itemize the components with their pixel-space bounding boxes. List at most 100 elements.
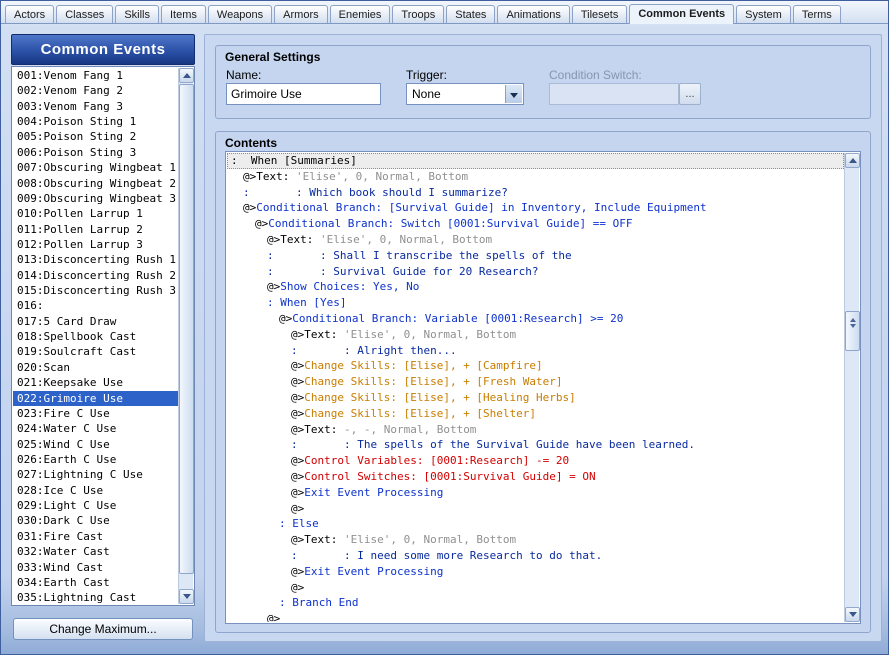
event-command-line[interactable]: @>Text: 'Elise', 0, Normal, Bottom [227, 232, 844, 248]
event-list-item[interactable]: 028:Ice C Use [13, 483, 178, 498]
name-label: Name: [226, 68, 262, 82]
event-list-item[interactable]: 033:Wind Cast [13, 560, 178, 575]
event-command-line[interactable]: @>Text: 'Elise', 0, Normal, Bottom [227, 327, 844, 343]
tab-animations[interactable]: Animations [497, 5, 570, 23]
event-command-line[interactable]: @>Text: 'Elise', 0, Normal, Bottom [227, 532, 844, 548]
event-command-line[interactable]: : : I need some more Research to do that… [227, 548, 844, 564]
trigger-label: Trigger: [406, 68, 447, 82]
scroll-down-button[interactable] [845, 607, 860, 622]
trigger-select[interactable]: None [406, 83, 524, 105]
event-command-line[interactable]: : : Alright then... [227, 343, 844, 359]
event-command-line[interactable]: : When [Yes] [227, 295, 844, 311]
event-list-item[interactable]: 020:Scan [13, 360, 178, 375]
event-command-line[interactable]: : Else [227, 516, 844, 532]
event-command-line[interactable]: @>Conditional Branch: Variable [0001:Res… [227, 311, 844, 327]
event-list-item[interactable]: 007:Obscuring Wingbeat 1 [13, 160, 178, 175]
event-commands-box: : When [Summaries] @>Text: 'Elise', 0, No… [225, 151, 861, 624]
event-command-line[interactable]: @> [227, 580, 844, 596]
event-list-item[interactable]: 029:Light C Use [13, 498, 178, 513]
scroll-down-button[interactable] [179, 589, 194, 604]
tab-skills[interactable]: Skills [115, 5, 159, 23]
event-list-item[interactable]: 002:Venom Fang 2 [13, 83, 178, 98]
event-list-item[interactable]: 035:Lightning Cast [13, 590, 178, 604]
event-list-item[interactable]: 025:Wind C Use [13, 437, 178, 452]
event-list-item[interactable]: 003:Venom Fang 3 [13, 99, 178, 114]
event-command-line[interactable]: @>Control Variables: [0001:Research] -= … [227, 453, 844, 469]
event-list-item[interactable]: 030:Dark C Use [13, 513, 178, 528]
tab-common-events[interactable]: Common Events [629, 4, 735, 24]
tab-actors[interactable]: Actors [5, 5, 55, 23]
event-list-item[interactable]: 008:Obscuring Wingbeat 2 [13, 176, 178, 191]
event-list-item[interactable]: 032:Water Cast [13, 544, 178, 559]
event-list-item[interactable]: 016: [13, 298, 178, 313]
event-list-item[interactable]: 034:Earth Cast [13, 575, 178, 590]
event-command-line[interactable]: @>Text: 'Elise', 0, Normal, Bottom [227, 169, 844, 185]
event-list-item[interactable]: 001:Venom Fang 1 [13, 68, 178, 83]
event-list-item[interactable]: 022:Grimoire Use [13, 390, 178, 406]
tab-system[interactable]: System [736, 5, 791, 23]
name-input[interactable] [226, 83, 381, 105]
event-list-scrollbar[interactable] [178, 68, 194, 604]
change-maximum-button[interactable]: Change Maximum... [13, 618, 193, 640]
event-list-item[interactable]: 005:Poison Sting 2 [13, 129, 178, 144]
event-list-item[interactable]: 004:Poison Sting 1 [13, 114, 178, 129]
event-list-item[interactable]: 026:Earth C Use [13, 452, 178, 467]
scrollbar-thumb[interactable] [179, 84, 194, 574]
event-list-item[interactable]: 013:Disconcerting Rush 1 [13, 252, 178, 267]
event-command-line[interactable]: @> [227, 501, 844, 517]
event-command-line[interactable]: @>Exit Event Processing [227, 485, 844, 501]
event-list-item[interactable]: 019:Soulcraft Cast [13, 344, 178, 359]
event-list-item[interactable]: 006:Poison Sting 3 [13, 145, 178, 160]
tab-terms[interactable]: Terms [792, 5, 841, 23]
tab-armors[interactable]: Armors [274, 5, 328, 23]
tab-classes[interactable]: Classes [56, 5, 114, 23]
event-command-line[interactable]: : : Shall I transcribe the spells of the [227, 248, 844, 264]
scroll-down-icon [848, 612, 857, 617]
event-command-line[interactable]: @>Change Skills: [Elise], + [Campfire] [227, 358, 844, 374]
event-command-line[interactable]: @>Exit Event Processing [227, 564, 844, 580]
scroll-up-button[interactable] [845, 153, 860, 168]
event-command-line[interactable]: @>Show Choices: Yes, No [227, 279, 844, 295]
event-command-line[interactable]: @>Change Skills: [Elise], + [Fresh Water… [227, 374, 844, 390]
event-command-line[interactable]: : : Survival Guide for 20 Research? [227, 264, 844, 280]
tab-enemies[interactable]: Enemies [329, 5, 391, 23]
event-list-item[interactable]: 009:Obscuring Wingbeat 3 [13, 191, 178, 206]
tab-troops[interactable]: Troops [392, 5, 445, 23]
scrollbar-thumb[interactable] [845, 311, 860, 351]
tab-tilesets[interactable]: Tilesets [571, 5, 628, 23]
tab-states[interactable]: States [446, 5, 496, 23]
event-command-line[interactable]: @>Control Switches: [0001:Survival Guide… [227, 469, 844, 485]
event-command-line[interactable]: : : Which book should I summarize? [227, 185, 844, 201]
event-command-line[interactable]: @>Change Skills: [Elise], + [Shelter] [227, 406, 844, 422]
contents-scrollbar[interactable] [844, 153, 860, 622]
scroll-down-icon [182, 594, 191, 599]
event-command-line[interactable]: @>Conditional Branch: [Survival Guide] i… [227, 200, 844, 216]
event-list-item[interactable]: 011:Pollen Larrup 2 [13, 222, 178, 237]
event-command-line[interactable]: @>Conditional Branch: Switch [0001:Survi… [227, 216, 844, 232]
event-command-line[interactable]: @> [227, 611, 844, 622]
tab-items[interactable]: Items [160, 5, 206, 23]
event-list-item[interactable]: 015:Disconcerting Rush 3 [13, 283, 178, 298]
event-list-item[interactable]: 021:Keepsake Use [13, 375, 178, 390]
event-list-item[interactable]: 012:Pollen Larrup 3 [13, 237, 178, 252]
tab-weapons[interactable]: Weapons [207, 5, 273, 23]
event-list-item[interactable]: 024:Water C Use [13, 421, 178, 436]
event-list-item[interactable]: 023:Fire C Use [13, 406, 178, 421]
event-commands: : When [Summaries] @>Text: 'Elise', 0, No… [227, 153, 844, 622]
event-command-line[interactable]: @>Change Skills: [Elise], + [Healing Her… [227, 390, 844, 406]
event-list-item[interactable]: 017:5 Card Draw [13, 314, 178, 329]
event-command-line[interactable]: @>Text: -, -, Normal, Bottom [227, 422, 844, 438]
dropdown-button[interactable] [505, 85, 522, 103]
event-command-line[interactable]: : : The spells of the Survival Guide hav… [227, 437, 844, 453]
thumb-up-icon [849, 318, 856, 322]
event-list-item[interactable]: 010:Pollen Larrup 1 [13, 206, 178, 221]
scroll-up-button[interactable] [179, 68, 194, 83]
scroll-up-icon [182, 73, 191, 78]
event-list-item[interactable]: 018:Spellbook Cast [13, 329, 178, 344]
event-list-item[interactable]: 027:Lightning C Use [13, 467, 178, 482]
event-list-item[interactable]: 031:Fire Cast [13, 529, 178, 544]
event-command-line[interactable]: : When [Summaries] [227, 153, 844, 169]
chevron-down-icon [510, 93, 518, 98]
event-command-line[interactable]: : Branch End [227, 595, 844, 611]
event-list-item[interactable]: 014:Disconcerting Rush 2 [13, 268, 178, 283]
